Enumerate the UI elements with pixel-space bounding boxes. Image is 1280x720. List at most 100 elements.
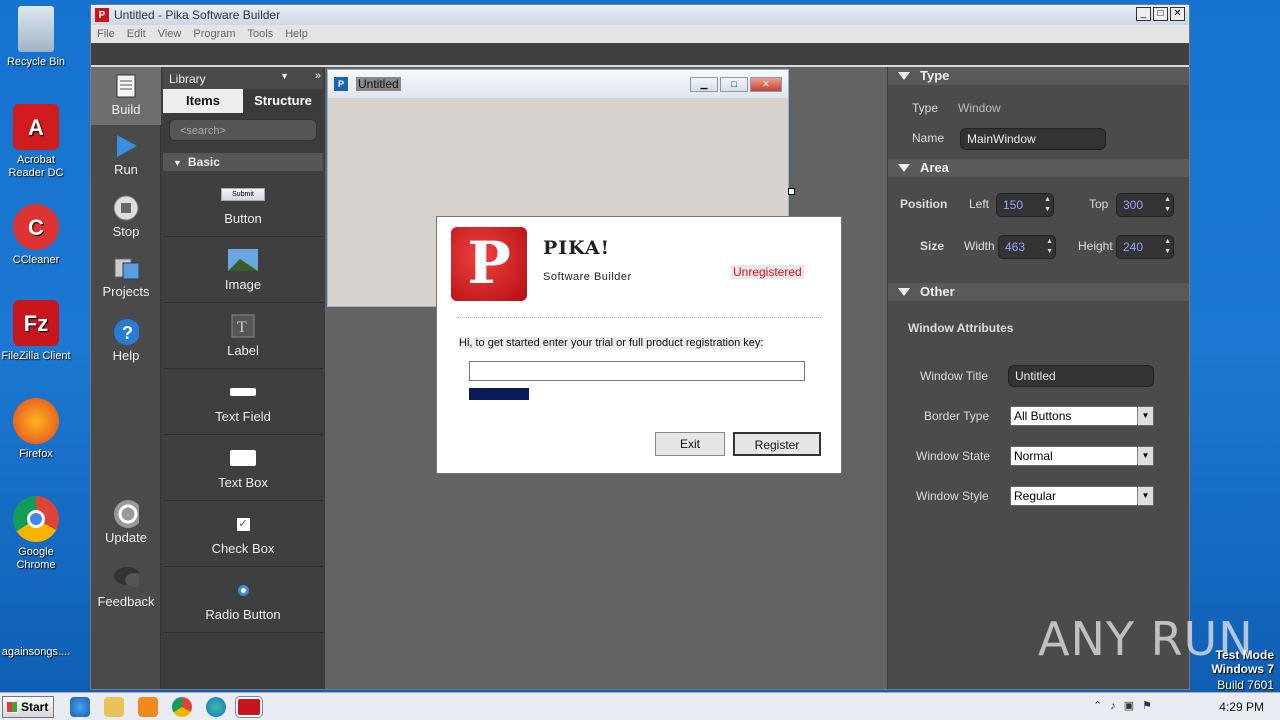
- library-item-label[interactable]: T Label: [163, 303, 323, 369]
- section-other[interactable]: Other: [888, 283, 1189, 301]
- maximize-button[interactable]: □: [1153, 7, 1168, 21]
- menu-tools[interactable]: Tools: [248, 28, 274, 40]
- library-dropdown[interactable]: Library ▼ »: [163, 67, 323, 89]
- chrome-taskbar-icon[interactable]: [172, 697, 192, 717]
- stop-button[interactable]: Stop: [91, 195, 161, 239]
- resize-handle[interactable]: [788, 188, 795, 195]
- left-spinner[interactable]: 150: [996, 193, 1054, 217]
- design-window-titlebar: P Untitled ▁ □ ✕: [328, 70, 788, 98]
- menu-program[interactable]: Program: [193, 28, 235, 40]
- search-input[interactable]: <search>: [169, 119, 317, 141]
- collapse-icon[interactable]: »: [315, 70, 321, 82]
- desktop-icon-label: Acrobat Reader DC: [8, 154, 64, 179]
- menu-help[interactable]: Help: [285, 28, 308, 40]
- window-title-input[interactable]: Untitled: [1008, 365, 1154, 387]
- projects-button[interactable]: Projects: [91, 255, 161, 299]
- registration-key-input[interactable]: [469, 361, 805, 381]
- library-item-text-field[interactable]: Text Field: [163, 369, 323, 435]
- build-button[interactable]: Build: [91, 67, 161, 125]
- library-item-text-box[interactable]: Text Box: [163, 435, 323, 501]
- library-item-image[interactable]: Image: [163, 237, 323, 303]
- chrome-icon[interactable]: Google Chrome: [0, 496, 72, 572]
- top-label: Top: [1089, 197, 1109, 211]
- left-label: Left: [969, 197, 990, 211]
- exit-button[interactable]: Exit: [655, 432, 725, 456]
- run-button[interactable]: Run: [91, 133, 161, 177]
- chevron-down-icon: ▼: [1137, 487, 1153, 505]
- firefox-icon[interactable]: Firefox: [0, 398, 72, 461]
- name-input[interactable]: MainWindow: [960, 128, 1106, 150]
- section-basic[interactable]: ▼ Basic: [163, 153, 323, 171]
- file-icon[interactable]: againsongs....: [0, 618, 72, 659]
- toolstrip: [91, 43, 1189, 65]
- library-item-label: Label: [227, 343, 259, 358]
- menu-edit[interactable]: Edit: [127, 28, 146, 40]
- divider: [457, 317, 821, 318]
- window-state-label: Window State: [916, 449, 991, 463]
- help-button[interactable]: ? Help: [91, 319, 161, 363]
- pika-window-icon: P: [334, 77, 348, 91]
- tab-structure[interactable]: Structure: [243, 89, 323, 113]
- design-close-button[interactable]: ✕: [750, 77, 782, 92]
- type-label: Type: [912, 101, 939, 115]
- library-item-label: Button: [224, 211, 262, 226]
- minimize-button[interactable]: _: [1136, 7, 1151, 21]
- update-button[interactable]: Update: [91, 500, 161, 545]
- pika-taskbar-icon[interactable]: [236, 697, 262, 717]
- section-type[interactable]: Type: [888, 67, 1189, 85]
- left-toolbar: Build Run Stop Projects ? Help Update Fe…: [91, 67, 161, 689]
- menu-file[interactable]: File: [97, 28, 115, 40]
- dialog-message: Hi, to get started enter your trial or f…: [459, 337, 764, 349]
- menu-view[interactable]: View: [158, 28, 182, 40]
- border-type-select[interactable]: All Buttons ▼: [1010, 406, 1154, 426]
- media-player-icon[interactable]: [138, 697, 158, 717]
- feedback-button[interactable]: Feedback: [91, 565, 161, 609]
- clock[interactable]: 4:29 PM: [1219, 700, 1264, 714]
- filezilla-icon[interactable]: Fz FileZilla Client: [0, 300, 72, 363]
- ccleaner-icon[interactable]: C CCleaner: [0, 204, 72, 267]
- window-title-label: Window Title: [920, 369, 989, 383]
- button-preview-icon: Submit: [163, 183, 323, 205]
- desktop-icon-label: FileZilla Client: [1, 350, 71, 362]
- play-icon: [113, 133, 139, 159]
- help-icon: ?: [113, 319, 139, 345]
- feedback-label: Feedback: [97, 594, 155, 609]
- top-spinner[interactable]: 300: [1116, 193, 1174, 217]
- recycle-bin-icon[interactable]: Recycle Bin: [0, 6, 72, 69]
- library-item-check-box[interactable]: ✓ Check Box: [163, 501, 323, 567]
- start-button[interactable]: Start: [2, 696, 54, 718]
- library-item-button[interactable]: Submit Button: [163, 171, 323, 237]
- internet-explorer-icon[interactable]: [70, 697, 90, 717]
- folder-icon[interactable]: [104, 697, 124, 717]
- projects-label: Projects: [102, 284, 150, 299]
- chevron-down-icon: ▼: [1137, 447, 1153, 465]
- library-dropdown-label: Library: [169, 72, 206, 86]
- tray-icons[interactable]: ⌃♪▣⚑: [1093, 699, 1160, 712]
- type-value: Window: [958, 101, 1001, 115]
- design-minimize-button[interactable]: ▁: [690, 77, 718, 92]
- design-window-title: Untitled: [356, 77, 401, 91]
- window-attributes-heading: Window Attributes: [908, 321, 1014, 335]
- registration-dialog: P PIKA! Software Builder Unregistered Hi…: [436, 216, 842, 474]
- height-spinner[interactable]: 240: [1116, 235, 1174, 259]
- width-spinner[interactable]: 463: [998, 235, 1056, 259]
- library-item-label: Check Box: [211, 541, 275, 556]
- close-button[interactable]: ✕: [1170, 7, 1185, 21]
- stop-label: Stop: [112, 224, 140, 239]
- section-area[interactable]: Area: [888, 159, 1189, 177]
- text-box-icon: [163, 447, 323, 469]
- window-state-select[interactable]: Normal ▼: [1010, 446, 1154, 466]
- library-item-radio-button[interactable]: Radio Button: [163, 567, 323, 633]
- button-preview-label: Submit: [221, 187, 265, 201]
- design-maximize-button[interactable]: □: [720, 77, 748, 92]
- selection-highlight: [469, 388, 529, 400]
- refresh-icon: [113, 500, 139, 528]
- edge-icon[interactable]: [206, 697, 226, 717]
- acrobat-reader-icon[interactable]: A Acrobat Reader DC: [0, 104, 72, 180]
- window-style-label: Window Style: [916, 489, 989, 503]
- window-style-select[interactable]: Regular ▼: [1010, 486, 1154, 506]
- register-button[interactable]: Register: [733, 432, 821, 456]
- image-icon: [163, 249, 323, 271]
- projects-icon: [113, 255, 139, 281]
- tab-items[interactable]: Items: [163, 89, 243, 113]
